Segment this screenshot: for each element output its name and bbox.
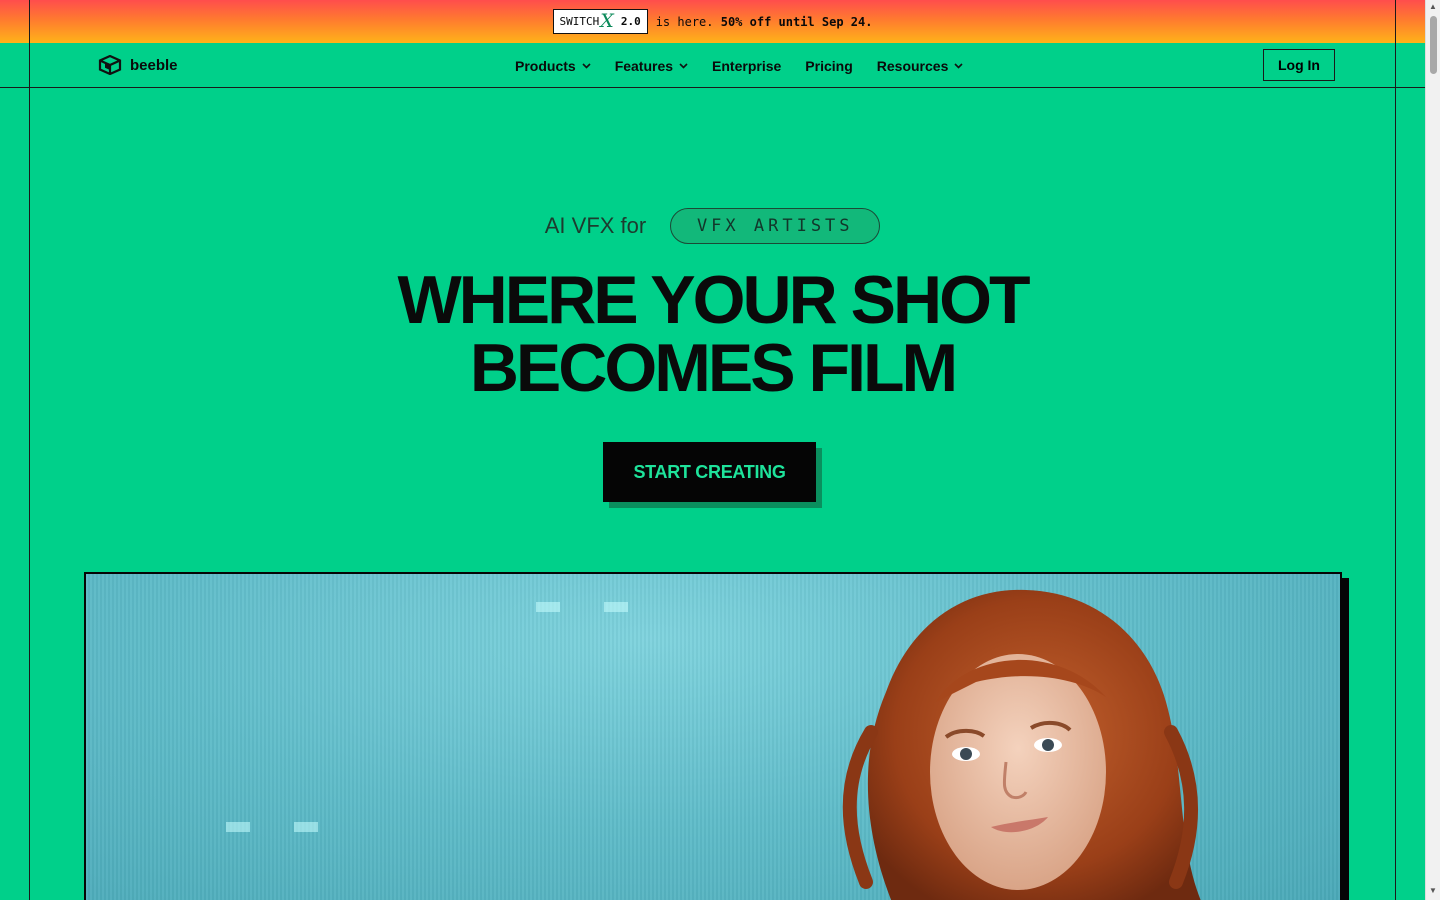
- hero-subtitle: AI VFX for VFX ARTISTS: [0, 208, 1425, 244]
- chevron-down-icon: [954, 62, 963, 69]
- chevron-down-icon: [582, 62, 591, 69]
- switchx-badge: SWITCH X 2.0: [552, 9, 648, 34]
- announcement-banner[interactable]: SWITCH X 2.0 is here. 50% off until Sep …: [0, 0, 1425, 43]
- headline-line-1: WHERE YOUR SHOT: [397, 262, 1030, 338]
- banner-text: is here. 50% off until Sep 24.: [656, 15, 873, 29]
- brand-name: beeble: [130, 56, 178, 74]
- scroll-up-icon[interactable]: ▲: [1429, 2, 1437, 11]
- cta-wrapper: START CREATING: [603, 442, 822, 508]
- badge-version: 2.0: [620, 15, 641, 28]
- glitch-artifact: [536, 602, 560, 612]
- headline-line-2: BECOMES FILM: [469, 330, 958, 406]
- main-nav: beeble Products Features Enterprise Pric…: [0, 43, 1425, 88]
- nav-item-features[interactable]: Features: [615, 58, 688, 74]
- nav-item-enterprise[interactable]: Enterprise: [712, 58, 781, 74]
- nav-label-resources: Resources: [876, 57, 949, 74]
- nav-item-pricing[interactable]: Pricing: [805, 58, 852, 74]
- badge-x-logo: X: [600, 10, 614, 32]
- scroll-down-icon[interactable]: ▼: [1429, 886, 1437, 895]
- glitch-artifact: [294, 822, 318, 832]
- nav-label-products: Products: [515, 57, 576, 74]
- woman-portrait-image: [842, 589, 1201, 900]
- hero-video[interactable]: [84, 572, 1342, 900]
- hero-headline: WHERE YOUR SHOT BECOMES FILM: [0, 266, 1425, 402]
- banner-message: is here.: [655, 14, 714, 29]
- glitch-artifact: [226, 822, 250, 832]
- rotating-word-pill: VFX ARTISTS: [670, 208, 881, 244]
- chevron-down-icon: [679, 62, 688, 69]
- nav-menu: Products Features Enterprise Pricing Res…: [515, 43, 963, 88]
- start-creating-button[interactable]: START CREATING: [603, 442, 816, 502]
- scrollbar-thumb[interactable]: [1430, 16, 1437, 74]
- nav-label-pricing: Pricing: [805, 57, 853, 74]
- login-button[interactable]: Log In: [1263, 49, 1335, 81]
- beeble-cube-logo-icon: [98, 55, 122, 75]
- glitch-artifact: [604, 602, 628, 612]
- nav-label-features: Features: [614, 57, 674, 74]
- frame-line-left: [29, 0, 30, 900]
- hero-prefix: AI VFX for: [544, 213, 647, 238]
- badge-prefix: SWITCH: [559, 15, 600, 28]
- frame-line-right: [1395, 0, 1396, 900]
- nav-item-resources[interactable]: Resources: [877, 58, 964, 74]
- brand-logo[interactable]: beeble: [98, 55, 178, 75]
- banner-offer: 50% off until Sep 24.: [720, 14, 873, 29]
- nav-item-products[interactable]: Products: [515, 58, 591, 74]
- page-scrollbar[interactable]: ▲ ▼: [1425, 0, 1440, 900]
- nav-label-enterprise: Enterprise: [712, 57, 782, 74]
